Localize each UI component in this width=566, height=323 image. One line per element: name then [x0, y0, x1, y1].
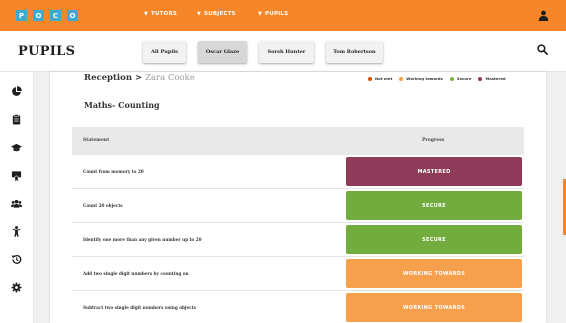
legend-label: Secure [456, 76, 472, 81]
legend-label: Not met [375, 76, 393, 81]
logo-letter: P [16, 10, 27, 21]
legend: Not met Working towards Secure Mastered [368, 76, 506, 81]
search-icon[interactable] [537, 44, 548, 55]
status-badge-working-towards[interactable]: WORKING TOWARDS [346, 259, 522, 288]
graduation-cap-icon[interactable] [11, 142, 22, 153]
legend-dot [399, 76, 404, 81]
legend-secure: Secure [449, 76, 472, 81]
row-statement: Count from memory to 20 [83, 169, 144, 174]
nav-pupils-label: PUPILS [265, 11, 289, 17]
pie-chart-icon[interactable] [11, 86, 22, 97]
certificate-icon[interactable] [11, 170, 22, 181]
breadcrumb: Reception > Zara Cooke [84, 73, 195, 83]
history-icon[interactable] [11, 254, 22, 265]
legend-not-met: Not met [368, 76, 392, 81]
page-title: PUPILS [18, 44, 76, 59]
legend-mastered: Mastered [478, 76, 506, 81]
status-badge-secure[interactable]: SECURE [346, 191, 522, 220]
legend-label: Mastered [485, 76, 506, 81]
legend-working-towards: Working towards [399, 76, 443, 81]
top-bar: P O C O ▼ TUTORS ▼ SUBJECTS ▼ PUPILS [0, 0, 566, 31]
table-row: Subtract two single digit numbers using … [72, 291, 524, 323]
user-icon[interactable] [538, 10, 549, 21]
column-header-statement: Statement [83, 138, 110, 143]
logo-letter: O [67, 10, 78, 21]
nav-tutors-label: TUTORS [151, 11, 178, 17]
table-row: Count from memory to 20 MASTERED [72, 155, 524, 189]
row-statement: Add two single digit numbers by counting… [83, 271, 189, 276]
legend-dot [449, 76, 454, 81]
users-icon[interactable] [11, 198, 22, 209]
nav-pupils[interactable]: ▼ PUPILS [258, 11, 288, 17]
page-header: PUPILS All Pupils Oscar Glaze Sorsh Hunt… [0, 31, 566, 72]
sidebar [0, 72, 34, 323]
legend-label: Working towards [406, 76, 443, 81]
gear-icon[interactable] [11, 282, 22, 293]
legend-dot [368, 76, 372, 81]
status-badge-secure[interactable]: SECURE [346, 225, 522, 254]
logo-letter: O [33, 10, 44, 21]
table-row: Add two single digit numbers by counting… [72, 257, 524, 291]
breadcrumb-separator: > [134, 73, 143, 83]
tab-oscar-glaze[interactable]: Oscar Glaze [198, 41, 247, 63]
status-badge-mastered[interactable]: MASTERED [346, 157, 522, 186]
caret-down-icon: ▼ [197, 11, 202, 17]
breadcrumb-class[interactable]: Reception [84, 73, 132, 83]
row-statement: Subtract two single digit numbers using … [83, 305, 196, 310]
section-title: Maths- Counting [84, 100, 160, 110]
clipboard-icon[interactable] [11, 114, 22, 125]
nav-subjects-label: SUBJECTS [204, 11, 236, 17]
table-row: Identify one more than any given number … [72, 223, 524, 257]
tab-sorsh-hunter[interactable]: Sorsh Hunter [259, 41, 314, 63]
tab-all-pupils[interactable]: All Pupils [143, 41, 186, 63]
logo-letter: C [50, 10, 61, 21]
breadcrumb-pupil: Zara Cooke [145, 73, 195, 83]
row-statement: Count 20 objects [83, 203, 123, 208]
column-header-progress: Progress [422, 138, 445, 143]
status-badge-working-towards[interactable]: WORKING TOWARDS [346, 293, 522, 322]
nav-tutors[interactable]: ▼ TUTORS [144, 11, 177, 17]
row-statement: Identify one more than any given number … [83, 237, 202, 242]
app-logo[interactable]: P O C O [16, 10, 78, 21]
caret-down-icon: ▼ [144, 11, 149, 17]
caret-down-icon: ▼ [258, 11, 263, 17]
table-row: Count 20 objects SECURE [72, 189, 524, 223]
nav-subjects[interactable]: ▼ SUBJECTS [197, 11, 236, 17]
progress-panel: Reception > Zara Cooke Not met Working t… [50, 72, 546, 323]
tab-tom-robertson[interactable]: Tom Robertson [326, 41, 383, 63]
legend-dot [478, 76, 483, 81]
child-icon[interactable] [11, 226, 22, 237]
table-header: Statement Progress [72, 127, 524, 155]
